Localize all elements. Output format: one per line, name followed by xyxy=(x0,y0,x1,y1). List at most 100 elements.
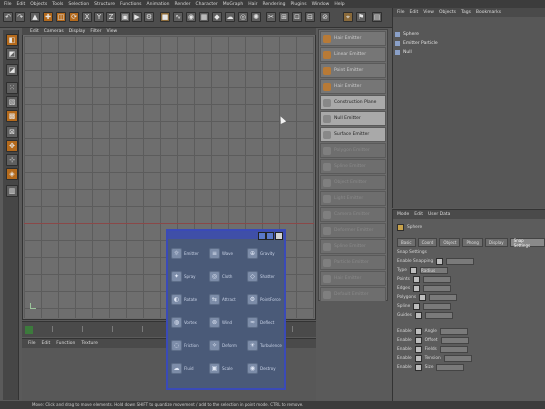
attr-lower-row[interactable]: Enable Size xyxy=(397,364,465,371)
attr-checkbox[interactable] xyxy=(414,312,422,319)
y-axis-icon[interactable]: Y xyxy=(94,12,104,22)
select-icon[interactable]: ▲ xyxy=(30,12,40,22)
palette-item[interactable]: ◌ Friction xyxy=(171,336,207,354)
attr-tab[interactable]: Coord xyxy=(417,238,438,247)
object-row[interactable]: Emitter Particle xyxy=(395,39,544,47)
palette-item[interactable]: ◉ Destroy xyxy=(247,359,283,377)
object-menu-view[interactable]: View xyxy=(423,10,434,15)
uv-mode-icon[interactable]: ⊠ xyxy=(6,126,18,138)
model-mode-icon[interactable]: ◧ xyxy=(6,34,18,46)
palette-item[interactable]: ◍ Vortex xyxy=(171,313,207,331)
film-icon[interactable]: ▣ xyxy=(120,12,130,22)
attr-lower-checkbox[interactable] xyxy=(414,364,422,371)
palette-item[interactable]: ☼ Emitter xyxy=(171,244,207,262)
menu-animation[interactable]: Animation xyxy=(147,2,170,7)
create-menu-item[interactable]: Hair Emitter xyxy=(320,271,386,286)
create-menu-item[interactable]: Spline Emitter xyxy=(320,159,386,174)
nurbs-icon[interactable]: ◉ xyxy=(186,12,196,22)
deformer-icon[interactable]: ◆ xyxy=(212,12,222,22)
palette-maximize-icon[interactable] xyxy=(266,232,274,240)
undo-icon[interactable]: ↶ xyxy=(3,12,13,22)
palette-item[interactable]: ≡ Wave xyxy=(209,244,245,262)
attr-lower-checkbox[interactable] xyxy=(414,328,422,335)
material-menu-edit[interactable]: Edit xyxy=(42,341,51,346)
menu-structure[interactable]: Structure xyxy=(94,2,115,7)
object-menu-tags[interactable]: Tags xyxy=(461,10,471,15)
menu-mograph[interactable]: MoGraph xyxy=(223,2,243,7)
palette-item[interactable]: ⚙ PointForce xyxy=(247,290,283,308)
palette-item[interactable]: ◎ Cloth xyxy=(209,267,245,285)
render-settings-icon[interactable]: ⚙ xyxy=(144,12,154,22)
attr-lower-row[interactable]: Enable Tension xyxy=(397,355,472,362)
tool-a-icon[interactable]: ✂ xyxy=(266,12,276,22)
attr-field[interactable] xyxy=(423,285,452,292)
attr-lower-field[interactable] xyxy=(443,355,472,362)
snap-settings-icon[interactable]: ⚑ xyxy=(356,12,366,22)
workplane-icon[interactable]: ▥ xyxy=(6,185,18,197)
attr-lower-field[interactable] xyxy=(440,337,469,344)
attr-checkbox[interactable] xyxy=(436,258,444,265)
redo-icon[interactable]: ↷ xyxy=(15,12,25,22)
menu-window[interactable]: Window xyxy=(312,2,330,7)
x-axis-icon[interactable]: X xyxy=(82,12,92,22)
menu-hair[interactable]: Hair xyxy=(248,2,257,7)
move-icon[interactable]: ✚ xyxy=(43,12,53,22)
attr-menu-item[interactable]: Edit xyxy=(414,212,423,217)
viewport-menu-filter[interactable]: Filter xyxy=(90,29,101,34)
attr-field[interactable] xyxy=(422,276,451,283)
attr-field[interactable] xyxy=(423,303,452,310)
object-menu-edit[interactable]: Edit xyxy=(410,10,419,15)
attr-tab[interactable]: Display xyxy=(484,238,508,247)
attr-checkbox[interactable] xyxy=(413,285,421,292)
z-axis-icon[interactable]: Z xyxy=(106,12,116,22)
create-menu-item[interactable]: Polygon Emitter xyxy=(320,143,386,158)
attr-row[interactable]: Enable Snapping xyxy=(397,258,475,265)
attr-field[interactable] xyxy=(424,312,453,319)
palette-item[interactable]: ◇ Shatter xyxy=(247,267,283,285)
viewport-menu-view[interactable]: View xyxy=(106,29,117,34)
create-menu-item[interactable]: Camera Emitter xyxy=(320,207,386,222)
create-menu-item[interactable]: Light Emitter xyxy=(320,191,386,206)
menu-file[interactable]: File xyxy=(4,2,12,7)
snap-icon[interactable]: ⌖ xyxy=(343,12,353,22)
attr-row[interactable]: Type Radius xyxy=(397,267,448,274)
soft-selection-icon[interactable]: ◈ xyxy=(6,168,18,180)
attr-lower-field[interactable] xyxy=(439,328,468,335)
palette-item[interactable]: ▣ Scale xyxy=(209,359,245,377)
tool-d-icon[interactable]: ⊟ xyxy=(305,12,315,22)
palette-item[interactable]: ☀ Turbulence xyxy=(247,336,283,354)
array-icon[interactable]: ▦ xyxy=(199,12,209,22)
attr-menu-item[interactable]: Mode xyxy=(397,212,409,217)
tool-e-icon[interactable]: ⊘ xyxy=(320,12,330,22)
rotate-icon[interactable]: ⟳ xyxy=(69,12,79,22)
create-menu-item[interactable]: Spline Emitter xyxy=(320,239,386,254)
palette-close-icon[interactable] xyxy=(275,232,283,240)
attr-checkbox[interactable] xyxy=(413,303,421,310)
axis-mode-icon[interactable]: ✥ xyxy=(6,140,18,152)
attr-lower-checkbox[interactable] xyxy=(414,355,422,362)
object-menu-objects[interactable]: Objects xyxy=(439,10,456,15)
menu-edit[interactable]: Edit xyxy=(17,2,26,7)
layout-icon[interactable]: ▤ xyxy=(372,12,382,22)
viewport-menu-edit[interactable]: Edit xyxy=(30,29,39,34)
create-menu-item[interactable]: Point Emitter xyxy=(320,63,386,78)
material-menu-file[interactable]: File xyxy=(28,341,36,346)
attr-tab[interactable]: Basic xyxy=(397,238,416,247)
menu-tools[interactable]: Tools xyxy=(52,2,63,7)
attr-tab[interactable]: Object xyxy=(439,238,461,247)
render-icon[interactable]: ▶ xyxy=(132,12,142,22)
menu-functions[interactable]: Functions xyxy=(120,2,142,7)
tool-c-icon[interactable]: ⊡ xyxy=(292,12,302,22)
camera-icon[interactable]: ◎ xyxy=(238,12,248,22)
spline-icon[interactable]: ∿ xyxy=(173,12,183,22)
palette-item[interactable]: ⊚ Wind xyxy=(209,313,245,331)
palette-item[interactable]: ⇆ Attract xyxy=(209,290,245,308)
attr-tab[interactable]: Snap Settings xyxy=(509,238,545,248)
attr-lower-checkbox[interactable] xyxy=(414,337,422,344)
menu-character[interactable]: Character xyxy=(196,2,218,7)
tool-b-icon[interactable]: ⊞ xyxy=(279,12,289,22)
attr-row[interactable]: Spline xyxy=(397,303,452,310)
attr-checkbox[interactable] xyxy=(419,294,427,301)
create-menu-item[interactable]: Linear Emitter xyxy=(320,47,386,62)
attr-lower-field[interactable] xyxy=(439,346,468,353)
